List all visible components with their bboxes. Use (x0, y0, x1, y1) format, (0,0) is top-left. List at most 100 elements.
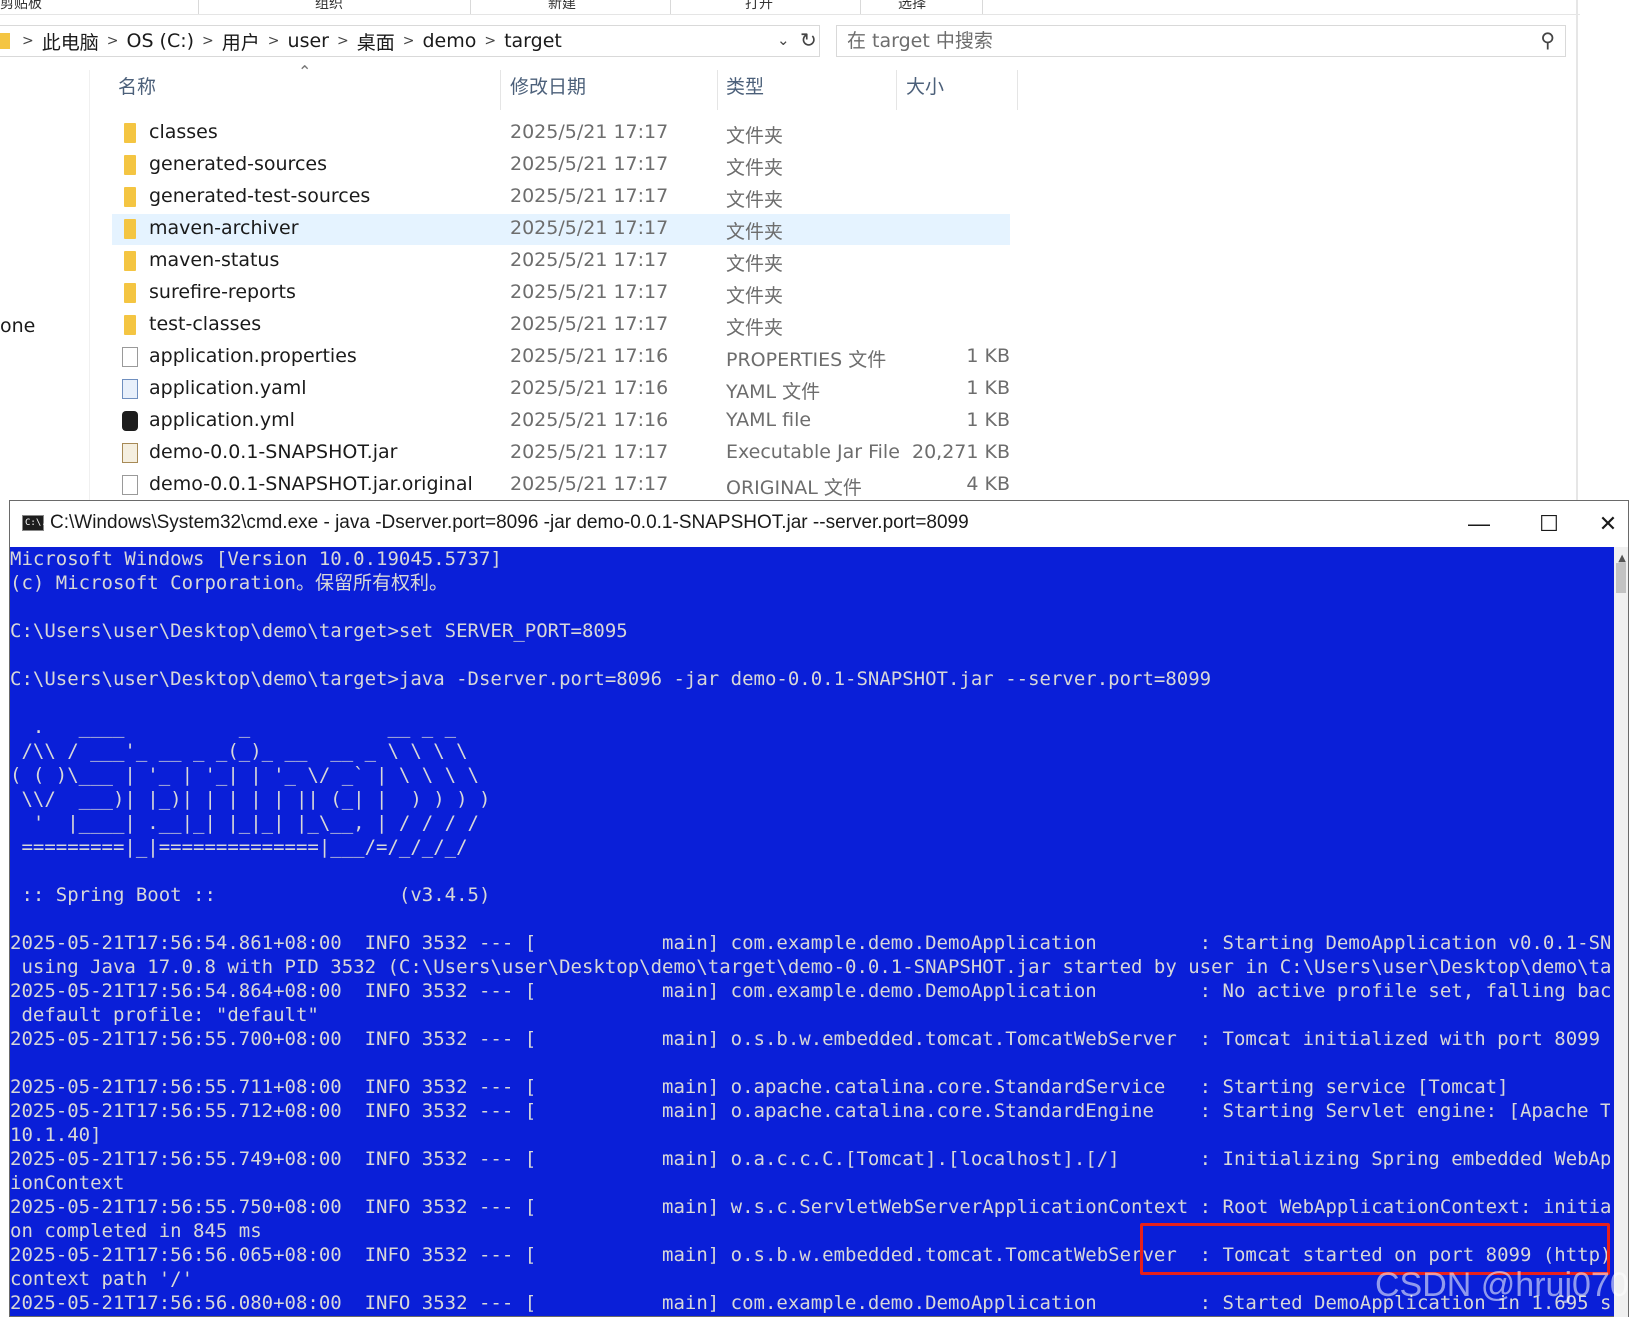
breadcrumb-os-c[interactable]: OS (C:) (126, 30, 194, 52)
console-line: . ____ _ __ _ _ (10, 716, 457, 738)
console-line: 2025-05-21T17:56:56.080+08:00 INFO 3532 … (10, 1292, 1610, 1314)
chevron-right-icon: > (267, 33, 280, 49)
file-date: 2025/5/21 17:17 (510, 217, 669, 239)
file-name: test-classes (149, 313, 262, 335)
console-line: ' |____| .__|_| |_|_| |_\__, | / / / / (10, 812, 479, 834)
file-name: surefire-reports (149, 281, 296, 303)
file-size: 1 KB (966, 409, 1010, 431)
scroll-thumb[interactable] (1616, 563, 1626, 593)
console-line: 10.1.40] (10, 1124, 102, 1146)
file-date: 2025/5/21 17:17 (510, 153, 669, 175)
nav-pane-divider (89, 70, 90, 515)
cmd-window[interactable]: C:\. C:\Windows\System32\cmd.exe - java … (9, 500, 1629, 1317)
properties-file-icon (122, 347, 138, 367)
close-button[interactable]: ✕ (1586, 501, 1629, 547)
console-output[interactable]: Microsoft Windows [Version 10.0.19045.57… (10, 547, 1610, 1317)
nav-pane-item-partial[interactable]: one (0, 315, 35, 337)
folder-icon (124, 251, 136, 271)
chevron-down-icon[interactable]: ⌄ (777, 31, 790, 49)
console-line: 2025-05-21T17:56:55.712+08:00 INFO 3532 … (10, 1100, 1610, 1122)
file-name: application.properties (149, 345, 357, 367)
console-line: 2025-05-21T17:56:55.750+08:00 INFO 3532 … (10, 1196, 1610, 1218)
console-line: Microsoft Windows [Version 10.0.19045.57… (10, 548, 502, 570)
file-row[interactable]: generated-sources 2025/5/21 17:17 文件夹 (112, 150, 1010, 181)
console-line: default profile: "default" (10, 1004, 319, 1026)
file-row[interactable]: test-classes 2025/5/21 17:17 文件夹 (112, 310, 1010, 341)
file-row[interactable]: maven-status 2025/5/21 17:17 文件夹 (112, 246, 1010, 277)
column-header-size[interactable]: 大小 (906, 72, 944, 112)
file-row[interactable]: demo-0.0.1-SNAPSHOT.jar.original 2025/5/2… (112, 470, 1010, 501)
ribbon-group-clipboard: 剪贴板 (0, 0, 42, 12)
file-row[interactable]: application.properties 2025/5/21 17:16 PRO… (112, 342, 1010, 373)
file-name: application.yml (149, 409, 295, 431)
console-line: C:\Users\user\Desktop\demo\target>java -… (10, 668, 1212, 690)
sort-ascending-icon: ⌃ (298, 62, 312, 81)
column-header-name[interactable]: 名称 (118, 72, 156, 112)
breadcrumb-users[interactable]: 用户 (222, 28, 260, 55)
file-type: PROPERTIES 文件 (726, 349, 887, 371)
file-type: 文件夹 (726, 125, 784, 147)
breadcrumb-user[interactable]: user (288, 30, 329, 52)
ribbon-group-labels: 剪贴板 组织 新建 打开 选择 (0, 0, 1580, 15)
folder-icon (124, 283, 136, 303)
file-name: demo-0.0.1-SNAPSHOT.jar (149, 441, 398, 463)
console-line: 2025-05-21T17:56:55.749+08:00 INFO 3532 … (10, 1148, 1610, 1170)
breadcrumb-target[interactable]: target (504, 30, 562, 52)
folder-icon (124, 187, 136, 207)
console-line: =========|_|==============|___/=/_/_/_/ (10, 836, 468, 858)
folder-icon (0, 33, 10, 49)
chevron-right-icon: > (202, 33, 214, 49)
search-placeholder: 在 target 中搜索 (847, 30, 993, 52)
file-date: 2025/5/21 17:17 (510, 313, 669, 335)
console-line: 2025-05-21T17:56:54.864+08:00 INFO 3532 … (10, 980, 1610, 1002)
breadcrumb-desktop[interactable]: 桌面 (357, 28, 395, 55)
file-row[interactable]: maven-archiver 2025/5/21 17:17 文件夹 (112, 214, 1010, 245)
file-type: YAML file (726, 409, 812, 431)
breadcrumb-this-pc[interactable]: 此电脑 (42, 28, 99, 55)
window-edge (1576, 0, 1578, 515)
file-row[interactable]: application.yaml 2025/5/21 17:16 YAML 文件 1 … (112, 374, 1010, 405)
maximize-button[interactable]: ☐ (1518, 501, 1580, 547)
console-line: using Java 17.0.8 with PID 3532 (C:\User… (10, 956, 1610, 978)
breadcrumb-demo[interactable]: demo (422, 30, 476, 52)
chevron-right-icon: > (22, 33, 34, 49)
address-bar[interactable]: > 此电脑 > OS (C:) > 用户 > user > 桌面 > demo … (0, 25, 820, 57)
file-row[interactable]: generated-test-sources 2025/5/21 17:17 文件夹 (112, 182, 1010, 213)
console-line: (c) Microsoft Corporation。保留所有权利。 (10, 572, 448, 594)
cmd-app-icon: C:\. (22, 515, 47, 531)
file-type: ORIGINAL 文件 (726, 477, 862, 499)
refresh-icon[interactable]: ↻ (800, 28, 817, 52)
column-header-type[interactable]: 类型 (726, 72, 764, 112)
search-input[interactable]: 在 target 中搜索 ⚲ (836, 25, 1566, 57)
file-date: 2025/5/21 17:17 (510, 281, 669, 303)
file-date: 2025/5/21 17:17 (510, 121, 669, 143)
file-row[interactable]: classes 2025/5/21 17:17 文件夹 (112, 118, 1010, 149)
search-icon[interactable]: ⚲ (1540, 25, 1555, 55)
watermark: CSDN @hruj0706 (1375, 1266, 1629, 1304)
file-row[interactable]: application.yml 2025/5/21 17:16 YAML file 1… (112, 406, 1010, 437)
column-header-date[interactable]: 修改日期 (510, 72, 586, 112)
file-name: generated-test-sources (149, 185, 371, 207)
file-type: 文件夹 (726, 157, 784, 179)
chevron-right-icon: > (402, 33, 415, 49)
folder-icon (124, 123, 136, 143)
vertical-scrollbar[interactable] (1614, 547, 1628, 1317)
file-name: demo-0.0.1-SNAPSHOT.jar.original (149, 473, 473, 495)
original-file-icon (122, 475, 138, 495)
file-size: 1 KB (966, 345, 1010, 367)
file-row[interactable]: surefire-reports 2025/5/21 17:17 文件夹 (112, 278, 1010, 309)
ribbon-group-new: 新建 (548, 0, 576, 12)
file-date: 2025/5/21 17:17 (510, 441, 669, 463)
console-line: 2025-05-21T17:56:54.861+08:00 INFO 3532 … (10, 932, 1610, 954)
file-row[interactable]: demo-0.0.1-SNAPSHOT.jar 2025/5/21 17:17 Ex… (112, 438, 1010, 469)
console-line: /\\ / ___'_ __ _ _(_)_ __ __ _ \ \ \ \ (10, 740, 468, 762)
cmd-titlebar[interactable]: C:\. C:\Windows\System32\cmd.exe - java … (10, 501, 1628, 547)
chevron-right-icon: > (336, 33, 349, 49)
file-name: maven-status (149, 249, 280, 271)
file-type: 文件夹 (726, 189, 784, 211)
minimize-button[interactable]: — (1448, 501, 1510, 547)
console-line: ionContext (10, 1172, 125, 1194)
